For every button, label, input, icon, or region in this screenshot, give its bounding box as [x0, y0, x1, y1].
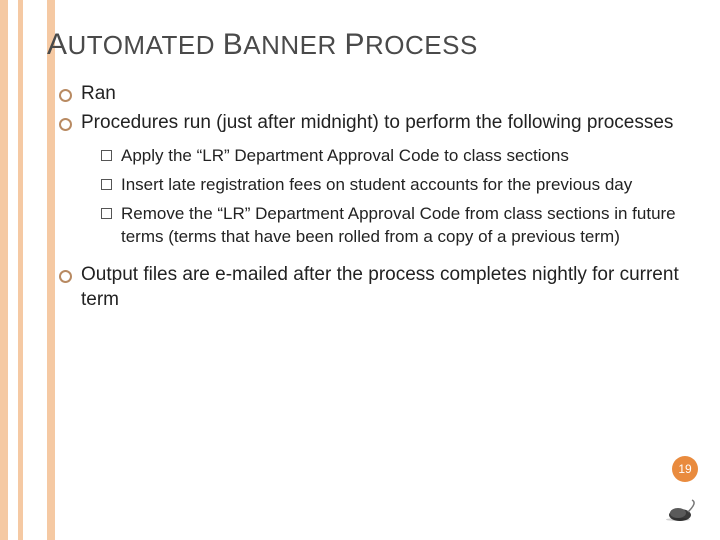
bullet-text: Output files are e-mailed after the proc…: [81, 264, 679, 310]
stripe: [47, 0, 55, 540]
title-rest: ANNER: [243, 30, 337, 60]
list-item: Apply the “LR” Department Approval Code …: [101, 145, 690, 168]
decorative-stripes: [0, 0, 55, 540]
page-number: 19: [672, 456, 698, 482]
sub-bullet-list: Apply the “LR” Department Approval Code …: [101, 145, 690, 249]
content-area: AUTOMATED BANNER PROCESS Ran Procedures …: [55, 28, 690, 317]
rock-icon: [664, 496, 700, 522]
bullet-list: Ran Procedures run (just after midnight)…: [59, 82, 690, 135]
bullet-list: Output files are e-mailed after the proc…: [59, 263, 690, 312]
bullet-text: Ran: [81, 83, 116, 104]
title-cap: B: [223, 28, 244, 61]
stripe-gap: [23, 0, 47, 540]
sub-bullet-text: Apply the “LR” Department Approval Code …: [121, 146, 569, 165]
bullet-text: Procedures run (just after midnight) to …: [81, 112, 673, 133]
title-rest: UTOMATED: [68, 30, 215, 60]
title-rest: ROCESS: [365, 30, 478, 60]
title-cap: A: [47, 28, 68, 61]
slide-title: AUTOMATED BANNER PROCESS: [47, 28, 690, 62]
list-item: Insert late registration fees on student…: [101, 174, 690, 197]
page-number-text: 19: [678, 462, 691, 476]
sub-bullet-text: Insert late registration fees on student…: [121, 175, 632, 194]
title-cap: P: [345, 28, 366, 61]
sub-bullet-text: Remove the “LR” Department Approval Code…: [121, 204, 676, 246]
list-item: Remove the “LR” Department Approval Code…: [101, 203, 690, 249]
stripe-gap: [8, 0, 18, 540]
list-item: Procedures run (just after midnight) to …: [59, 111, 690, 136]
stripe: [0, 0, 8, 540]
list-item: Ran: [59, 82, 690, 107]
slide: AUTOMATED BANNER PROCESS Ran Procedures …: [0, 0, 720, 540]
list-item: Output files are e-mailed after the proc…: [59, 263, 690, 312]
